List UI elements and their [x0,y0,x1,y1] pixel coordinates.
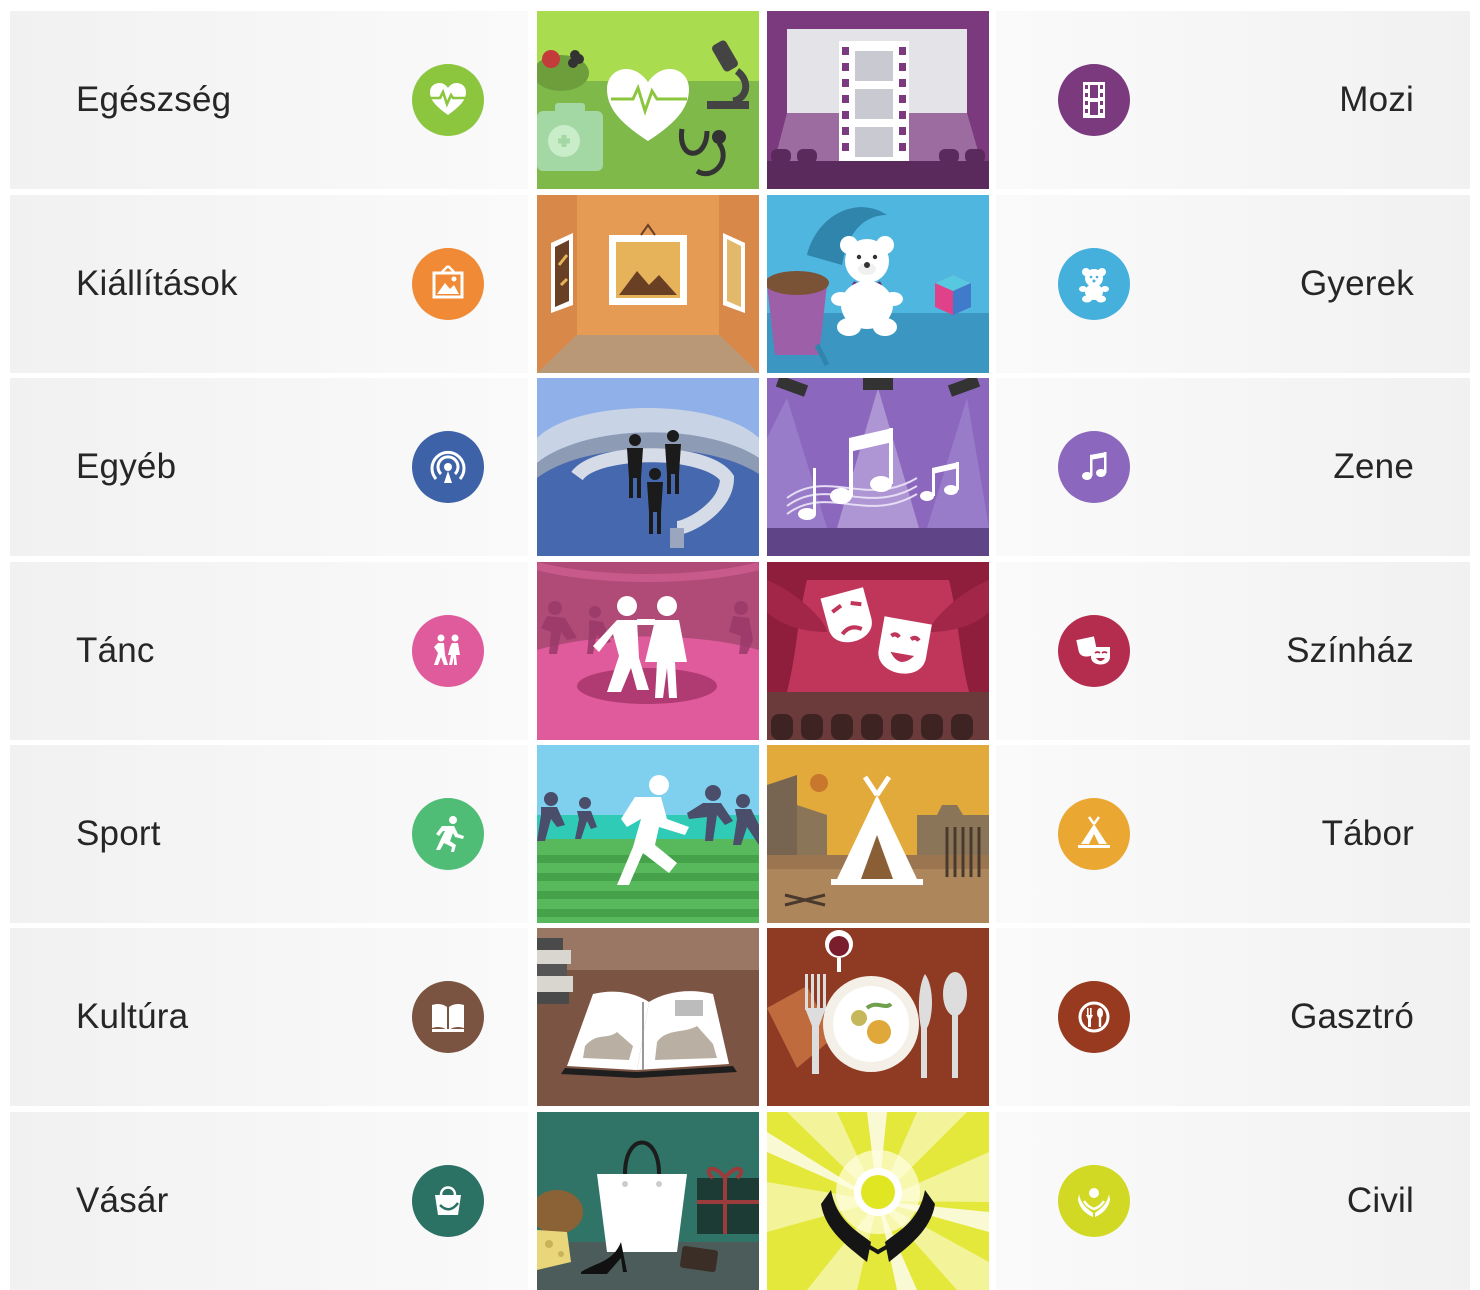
category-sport[interactable]: Sport [10,745,528,923]
caring-hands-icon [1058,1165,1130,1237]
theater-masks-icon [1058,615,1130,687]
category-row: Sport Tábor [0,745,1480,923]
mozi-illustration[interactable] [767,11,989,189]
tabor-illustration[interactable] [767,745,989,923]
category-zene[interactable]: Zene [996,378,1470,556]
category-label: Kiállítások [76,264,238,303]
civil-illustration[interactable] [767,1112,989,1290]
category-mozi[interactable]: Mozi [996,11,1470,189]
category-row: Egészség Mozi [0,11,1480,189]
category-label: Kultúra [76,997,189,1036]
tanc-illustration[interactable] [537,562,759,740]
category-label: Gasztró [1290,997,1414,1036]
egyeb-illustration[interactable] [537,378,759,556]
runner-icon [412,798,484,870]
category-kultura[interactable]: Kultúra [10,928,528,1106]
category-label: Zene [1333,447,1414,486]
fork-knife-icon [1058,981,1130,1053]
sport-illustration[interactable] [537,745,759,923]
category-row: Vásár Civil [0,1112,1480,1290]
kultura-illustration[interactable] [537,928,759,1106]
category-vasar[interactable]: Vásár [10,1112,528,1290]
gyerek-illustration[interactable] [767,195,989,373]
category-gyerek[interactable]: Gyerek [996,195,1470,373]
category-row: Egyéb Zene [0,378,1480,556]
picture-frame-icon [412,248,484,320]
category-egeszseg[interactable]: Egészség [10,11,528,189]
szinhaz-illustration[interactable] [767,562,989,740]
egeszseg-illustration[interactable] [537,11,759,189]
dancers-icon [412,615,484,687]
open-book-icon [412,981,484,1053]
category-egyeb[interactable]: Egyéb [10,378,528,556]
zene-illustration[interactable] [767,378,989,556]
tent-icon [1058,798,1130,870]
category-label: Mozi [1339,80,1414,119]
category-tanc[interactable]: Tánc [10,562,528,740]
vasar-illustration[interactable] [537,1112,759,1290]
category-label: Színház [1286,631,1414,670]
broadcast-icon [412,431,484,503]
category-label: Vásár [76,1181,169,1220]
music-note-icon [1058,431,1130,503]
category-gasztro[interactable]: Gasztró [996,928,1470,1106]
category-label: Egyéb [76,447,177,486]
category-szinhaz[interactable]: Színház [996,562,1470,740]
category-label: Sport [76,814,161,853]
teddy-bear-icon [1058,248,1130,320]
film-strip-icon [1058,64,1130,136]
category-row: Kultúra Gasztró [0,928,1480,1106]
category-civil[interactable]: Civil [996,1112,1470,1290]
category-kiallitasok[interactable]: Kiállítások [10,195,528,373]
shopping-bag-icon [412,1165,484,1237]
category-label: Civil [1346,1181,1414,1220]
gasztro-illustration[interactable] [767,928,989,1106]
category-label: Tábor [1321,814,1414,853]
category-label: Tánc [76,631,155,670]
category-row: Tánc Színház [0,562,1480,740]
heart-pulse-icon [412,64,484,136]
category-row: Kiállítások Gyerek [0,195,1480,373]
kiallitasok-illustration[interactable] [537,195,759,373]
category-tabor[interactable]: Tábor [996,745,1470,923]
category-label: Egészség [76,80,232,119]
category-label: Gyerek [1299,264,1414,303]
